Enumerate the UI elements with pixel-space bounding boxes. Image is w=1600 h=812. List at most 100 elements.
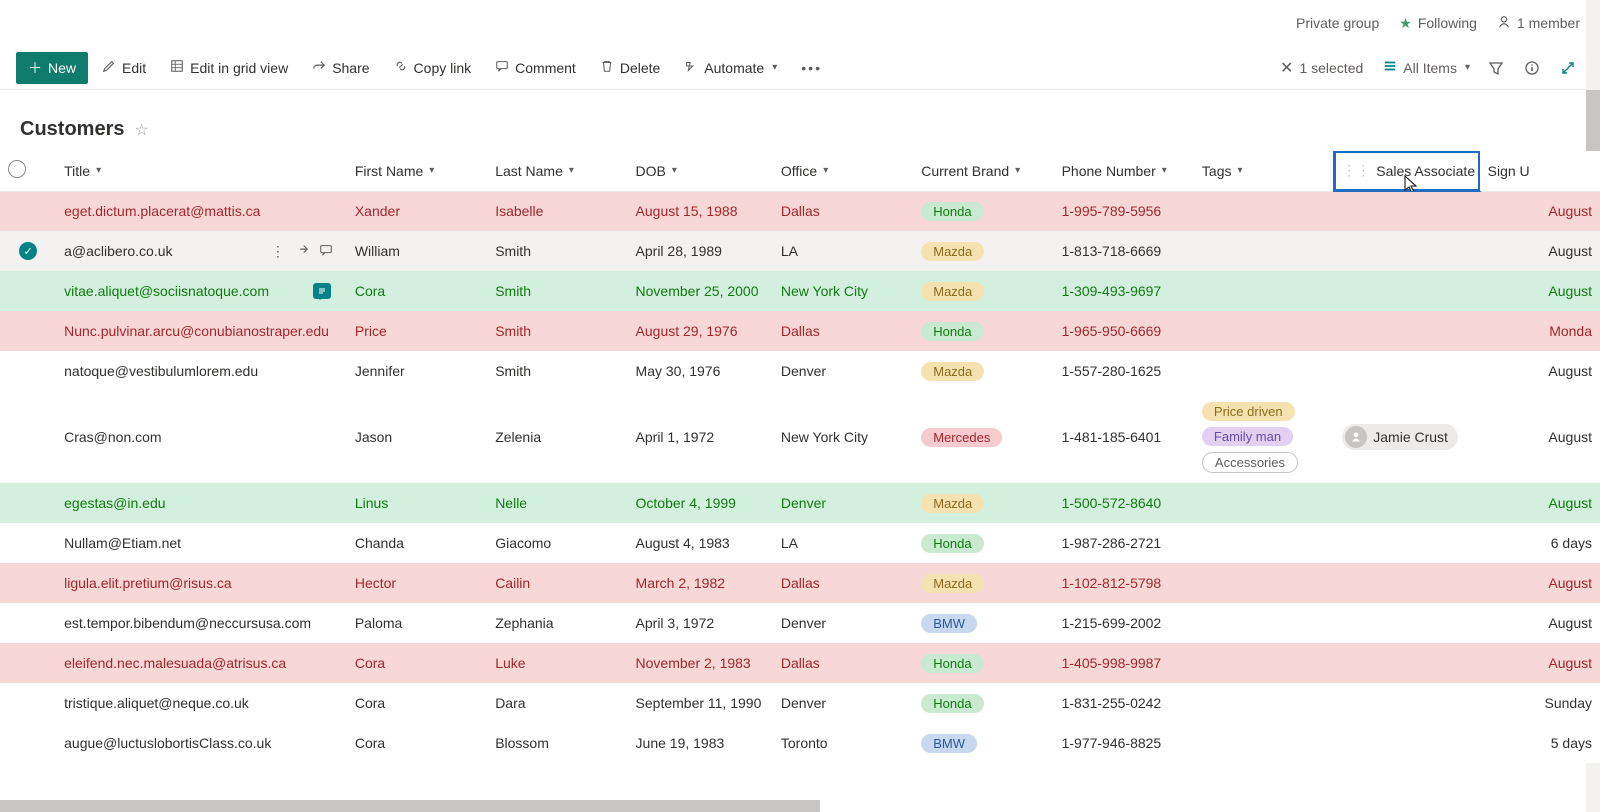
share-button[interactable]: Share [302, 52, 379, 84]
title-cell[interactable]: augue@luctuslobortisClass.co.uk [56, 723, 347, 763]
chevron-down-icon: ▾ [96, 165, 101, 176]
column-sign[interactable]: Sign U [1480, 151, 1600, 191]
dob-cell: September 11, 1990 [628, 683, 773, 723]
column-title[interactable]: Title▾ [56, 151, 347, 191]
share-icon[interactable] [295, 243, 309, 260]
phone-cell-text: 1-813-718-6669 [1062, 243, 1162, 259]
expand-button[interactable] [1552, 52, 1584, 84]
first-name-cell: Cora [347, 723, 487, 763]
title-cell[interactable]: Nunc.pulvinar.arcu@conubianostraper.edu [56, 311, 347, 351]
first-name-cell: Cora [347, 643, 487, 683]
column-sales-associate[interactable]: ⋮⋮Sales Associate▾ [1334, 151, 1479, 191]
sign-text: August [1548, 575, 1592, 591]
title-cell[interactable]: tristique.aliquet@neque.co.uk [56, 683, 347, 723]
members-button[interactable]: 1 member [1497, 15, 1580, 32]
comment-icon[interactable] [319, 243, 333, 260]
comment-button[interactable]: Comment [485, 52, 586, 84]
row-select-cell[interactable] [0, 683, 56, 723]
edit-button[interactable]: Edit [92, 52, 156, 84]
table-row[interactable]: Cras@non.comJasonZeleniaApril 1, 1972New… [0, 391, 1600, 483]
office-cell: LA [773, 523, 913, 563]
favorite-star-icon[interactable]: ☆ [134, 120, 148, 140]
row-select-cell[interactable] [0, 351, 56, 391]
select-all-circle-icon[interactable] [8, 160, 26, 178]
sign-cell: Sunday [1480, 683, 1600, 723]
brand-pill: Mazda [921, 282, 984, 301]
checkmark-icon[interactable]: ✓ [19, 242, 37, 260]
phone-cell-text: 1-831-255-0242 [1062, 695, 1162, 711]
table-row[interactable]: ligula.elit.pretium@risus.caHectorCailin… [0, 563, 1600, 603]
drag-handle-icon[interactable]: ⋮⋮ [1342, 162, 1370, 179]
new-button[interactable]: ＋ New [16, 52, 88, 84]
row-select-cell[interactable] [0, 311, 56, 351]
column-last[interactable]: Last Name▾ [487, 151, 627, 191]
table-row[interactable]: ✓a@aclibero.co.uk⋮WilliamSmithApril 28, … [0, 231, 1600, 271]
associate-cell [1334, 563, 1479, 603]
title-text: tristique.aliquet@neque.co.uk [64, 695, 249, 711]
filter-button[interactable] [1480, 52, 1512, 84]
table-row[interactable]: Nunc.pulvinar.arcu@conubianostraper.eduP… [0, 311, 1600, 351]
title-cell[interactable]: eget.dictum.placerat@mattis.ca [56, 191, 347, 231]
table-row[interactable]: eget.dictum.placerat@mattis.caXanderIsab… [0, 191, 1600, 231]
follow-toggle[interactable]: ★ Following [1399, 15, 1477, 32]
table-row[interactable]: Nullam@Etiam.netChandaGiacomoAugust 4, 1… [0, 523, 1600, 563]
delete-button[interactable]: Delete [590, 52, 670, 84]
row-select-cell[interactable] [0, 643, 56, 683]
dob-cell: April 3, 1972 [628, 603, 773, 643]
select-all-header[interactable] [0, 151, 56, 191]
title-cell[interactable]: natoque@vestibulumlorem.edu [56, 351, 347, 391]
column-last-label: Last Name [495, 163, 563, 179]
last-name-cell-text: Zelenia [495, 429, 541, 445]
column-phone[interactable]: Phone Number▾ [1054, 151, 1194, 191]
table-row[interactable]: tristique.aliquet@neque.co.ukCoraDaraSep… [0, 683, 1600, 723]
associate-cell [1334, 231, 1479, 271]
row-select-cell[interactable] [0, 483, 56, 523]
column-tags[interactable]: Tags▾ [1194, 151, 1334, 191]
brand-cell: BMW [913, 723, 1053, 763]
automate-button[interactable]: Automate ▾ [674, 52, 787, 84]
title-cell[interactable]: vitae.aliquet@sociisnatoque.com [56, 271, 347, 311]
associate-chip[interactable]: Jamie Crust [1342, 424, 1458, 450]
row-select-cell[interactable] [0, 723, 56, 763]
pencil-icon [102, 59, 116, 76]
table-row[interactable]: augue@luctuslobortisClass.co.ukCoraBloss… [0, 723, 1600, 763]
title-cell[interactable]: a@aclibero.co.uk⋮ [56, 231, 347, 271]
comment-badge-icon[interactable] [313, 283, 331, 299]
row-select-cell[interactable] [0, 191, 56, 231]
column-brand[interactable]: Current Brand▾ [913, 151, 1053, 191]
row-select-cell[interactable] [0, 563, 56, 603]
last-name-cell-text: Isabelle [495, 203, 543, 219]
edit-in-grid-button[interactable]: Edit in grid view [160, 52, 298, 84]
table-row[interactable]: egestas@in.eduLinusNelleOctober 4, 1999D… [0, 483, 1600, 523]
title-cell[interactable]: Cras@non.com [56, 391, 347, 483]
table-row[interactable]: est.tempor.bibendum@neccursusa.comPaloma… [0, 603, 1600, 643]
title-cell[interactable]: Nullam@Etiam.net [56, 523, 347, 563]
close-icon[interactable]: ✕ [1280, 58, 1293, 78]
row-select-cell[interactable]: ✓ [0, 231, 56, 271]
row-select-cell[interactable] [0, 271, 56, 311]
table-row[interactable]: eleifend.nec.malesuada@atrisus.caCoraLuk… [0, 643, 1600, 683]
dob-cell-text: April 3, 1972 [636, 615, 715, 631]
table-row[interactable]: natoque@vestibulumlorem.eduJenniferSmith… [0, 351, 1600, 391]
office-cell: Dallas [773, 191, 913, 231]
row-select-cell[interactable] [0, 391, 56, 483]
row-select-cell[interactable] [0, 603, 56, 643]
row-select-cell[interactable] [0, 523, 56, 563]
title-cell[interactable]: est.tempor.bibendum@neccursusa.com [56, 603, 347, 643]
view-switcher[interactable]: All Items ▾ [1377, 59, 1476, 76]
title-cell[interactable]: egestas@in.edu [56, 483, 347, 523]
copy-link-button[interactable]: Copy link [384, 52, 482, 84]
group-visibility: Private group [1296, 15, 1379, 31]
table-row[interactable]: vitae.aliquet@sociisnatoque.comCoraSmith… [0, 271, 1600, 311]
title-cell[interactable]: ligula.elit.pretium@risus.ca [56, 563, 347, 603]
column-first[interactable]: First Name▾ [347, 151, 487, 191]
info-button[interactable] [1516, 52, 1548, 84]
title-cell[interactable]: eleifend.nec.malesuada@atrisus.ca [56, 643, 347, 683]
ellipsis-icon[interactable]: ⋮ [271, 243, 285, 260]
office-cell: Dallas [773, 643, 913, 683]
more-button[interactable]: ••• [791, 52, 832, 84]
column-dob[interactable]: DOB▾ [628, 151, 773, 191]
selection-count[interactable]: ✕ 1 selected [1280, 58, 1363, 78]
horizontal-scrollbar-thumb[interactable] [0, 800, 820, 812]
column-office[interactable]: Office▾ [773, 151, 913, 191]
